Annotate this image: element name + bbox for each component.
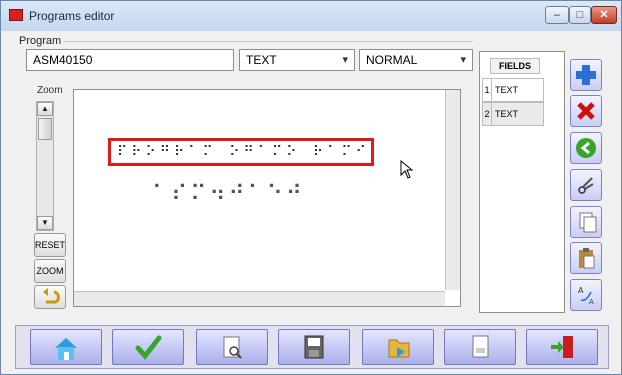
font-size-icon: A A <box>578 286 594 306</box>
fields-row-label: TEXT <box>495 109 519 119</box>
open-button[interactable] <box>362 329 434 365</box>
fields-header: FIELDS <box>490 58 540 74</box>
preview-icon <box>223 336 242 359</box>
mode-select[interactable]: NORMAL <box>359 49 473 71</box>
check-icon <box>135 335 162 360</box>
undo-button[interactable] <box>34 285 66 309</box>
type-select-value: TEXT <box>246 53 277 67</box>
save-icon <box>304 335 324 359</box>
new-document-button[interactable] <box>444 329 516 365</box>
copy-icon <box>579 212 597 233</box>
selected-text-field[interactable]: ⠏⠗⠕⠛⠗⠁⠍ ⠕⠛⠁⠍⠕ ⠗⠁⠍⠊⠇⠊⠁ <box>108 138 374 166</box>
exit-icon <box>551 336 573 358</box>
program-canvas[interactable]: ⠏⠗⠕⠛⠗⠁⠍ ⠕⠛⠁⠍⠕ ⠗⠁⠍⠊⠇⠊⠁ ⠁⠎⠍⠲⠚⠁⠑⠚ <box>73 89 461 307</box>
preview-button[interactable] <box>196 329 268 365</box>
fields-row-label: TEXT <box>495 85 519 95</box>
zoom-down-arrow-icon[interactable]: ▼ <box>37 216 53 230</box>
zoom-label: Zoom <box>37 85 63 96</box>
fields-panel: FIELDS 1 TEXT 2 TEXT <box>479 51 565 313</box>
zoom-slider-thumb[interactable] <box>38 118 52 140</box>
fields-row[interactable]: 1 TEXT <box>482 78 544 102</box>
zoom-panel: Zoom ▲ ▼ RESET ZOOM <box>31 81 75 313</box>
svg-text:A: A <box>589 298 594 306</box>
fields-row-number: 1 <box>483 79 492 101</box>
open-folder-icon <box>388 339 410 358</box>
x-icon <box>577 102 595 120</box>
add-field-button[interactable] <box>570 59 602 91</box>
type-select[interactable]: TEXT <box>239 49 355 71</box>
reset-button[interactable]: RESET <box>34 233 66 257</box>
delete-field-button[interactable] <box>570 95 602 127</box>
zoom-slider[interactable]: ▲ ▼ <box>36 101 54 231</box>
programs-editor-window: Programs editor – □ ✕ Program ASM40150 T… <box>0 0 622 375</box>
fields-row-number: 2 <box>483 103 492 125</box>
mouse-cursor-icon <box>400 160 414 179</box>
fields-row[interactable]: 2 TEXT <box>482 102 544 126</box>
canvas-vertical-scrollbar[interactable] <box>445 90 460 290</box>
undo-arrow-icon <box>43 288 60 304</box>
home-button[interactable] <box>30 329 102 365</box>
maximize-button[interactable]: □ <box>569 6 591 24</box>
minimize-button[interactable]: – <box>545 6 569 24</box>
paste-button[interactable] <box>570 242 602 274</box>
svg-text:A: A <box>578 286 584 295</box>
paste-icon <box>579 248 595 269</box>
save-button[interactable] <box>278 329 350 365</box>
zoom-up-arrow-icon[interactable]: ▲ <box>37 102 53 116</box>
window-title: Programs editor <box>29 9 115 23</box>
plus-icon <box>576 65 596 85</box>
close-button[interactable]: ✕ <box>591 6 617 24</box>
cut-button[interactable] <box>570 169 602 201</box>
mode-select-value: NORMAL <box>366 53 418 67</box>
back-arrow-icon <box>576 138 596 158</box>
group-divider <box>63 41 473 42</box>
copy-button[interactable] <box>570 206 602 238</box>
zoom-button[interactable]: ZOOM <box>34 259 66 283</box>
bottom-toolbar <box>15 325 609 369</box>
exit-button[interactable] <box>526 329 598 365</box>
text-field-2[interactable]: ⠁⠎⠍⠲⠚⠁⠑⠚ <box>152 182 305 207</box>
back-button[interactable] <box>570 132 602 164</box>
text-size-button[interactable]: A A <box>570 279 602 311</box>
scissors-icon <box>578 177 594 194</box>
program-group-label: Program <box>19 35 62 47</box>
canvas-horizontal-scrollbar[interactable] <box>74 291 445 306</box>
app-icon <box>9 9 23 21</box>
title-bar: Programs editor – □ ✕ <box>1 1 621 31</box>
confirm-button[interactable] <box>112 329 184 365</box>
program-name-field[interactable]: ASM40150 <box>26 49 234 71</box>
home-icon <box>55 338 77 360</box>
document-icon <box>472 335 489 358</box>
